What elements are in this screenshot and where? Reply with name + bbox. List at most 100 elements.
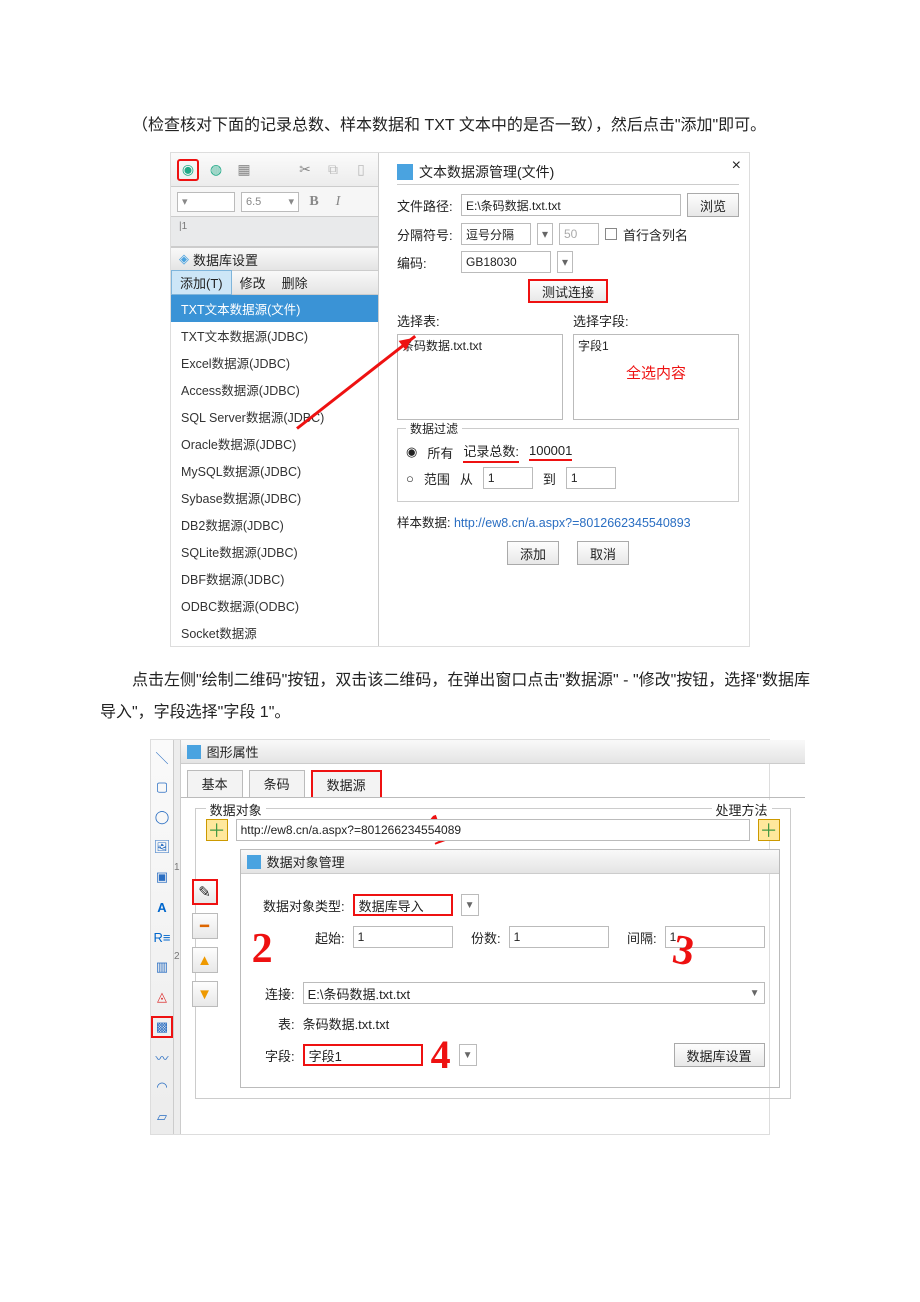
record-total-label: 记录总数: [463,441,519,463]
cylinder-icon[interactable]: ◍ [205,159,227,181]
cancel-button[interactable]: 取消 [577,541,629,565]
roundrect-tool-icon[interactable]: ▢ [151,776,173,798]
obj-type-value: 数据库导入 [359,896,424,915]
sep-count-input[interactable]: 50 [559,223,599,245]
conn-select[interactable]: E:\条码数据.txt.txt▼ [303,982,765,1004]
list-item[interactable]: Excel数据源(JDBC) [171,349,378,376]
table-listbox[interactable]: 条码数据.txt.txt [397,334,563,420]
cut-icon[interactable]: ✂ [294,159,316,181]
dropdown-arrow-icon[interactable]: ▼ [459,1044,477,1066]
dialog-titlebar: 文本数据源管理(文件) [397,159,739,185]
field-listbox[interactable]: 字段1 全选内容 [573,334,739,420]
list-item[interactable]: Socket数据源 [171,619,378,646]
tab-datasource[interactable]: 数据源 [311,770,382,797]
list-item[interactable]: DB2数据源(JDBC) [171,511,378,538]
from-label: 从 [460,469,473,488]
from-input[interactable]: 1 [483,467,533,489]
dropdown-arrow-icon[interactable]: ▾ [557,251,573,273]
checkbox-icon[interactable] [605,228,617,240]
paste-icon[interactable]: ▯ [350,159,372,181]
fontsize-dropdown[interactable]: 6.5▾ [241,192,299,212]
list-item[interactable]: DBF数据源(JDBC) [171,565,378,592]
data-url-input[interactable]: http://ew8.cn/a.aspx?=801266234554089 [236,819,750,841]
separator-select[interactable]: 逗号分隔 [461,223,531,245]
close-icon[interactable]: × [732,157,741,175]
panel-title: 数据库设置 [193,250,258,269]
polygon-tool-icon[interactable]: ▱ [151,1106,173,1128]
list-item[interactable]: MySQL数据源(JDBC) [171,457,378,484]
add-button[interactable]: 添加 [507,541,559,565]
triangle-tool-icon[interactable]: ◬ [151,986,173,1008]
menu-add[interactable]: 添加(T) [171,270,232,295]
italic-button[interactable]: I [329,194,347,210]
browse-button[interactable]: 浏览 [687,193,739,217]
curve-tool-icon[interactable]: 〰 [151,1046,173,1068]
panel-icon: ◈ [179,251,189,267]
add-method-button[interactable]: ＋ [758,819,780,841]
menu-delete[interactable]: 删除 [274,271,316,294]
prop-dialog-title: 图形属性 [207,742,259,761]
menu-modify[interactable]: 修改 [232,271,274,294]
paragraph-2: 点击左侧"绘制二维码"按钮，双击该二维码，在弹出窗口点击"数据源" - "修改"… [100,665,820,729]
test-connection-button[interactable]: 测试连接 [528,279,608,303]
line-tool-icon[interactable]: ＼ [151,746,173,768]
remove-object-button[interactable]: ━ [192,913,218,939]
dialog-icon [397,164,413,180]
count-label: 份数: [461,928,501,947]
text-tool-icon[interactable]: A [151,896,173,918]
qrcode-tool-icon[interactable]: ▩ [151,1016,173,1038]
table-item[interactable]: 条码数据.txt.txt [402,337,558,354]
encoding-select[interactable]: GB18030 [461,251,551,273]
dropdown-arrow-icon[interactable]: ▾ [537,223,553,245]
field-select[interactable]: 字段1 [303,1044,423,1066]
start-input[interactable]: 1 [353,926,453,948]
picture-tool-icon[interactable]: ▣ [151,866,173,888]
table-label: 表: [255,1014,295,1033]
grid-icon[interactable]: ▦ [233,159,255,181]
ruler: |1 [171,217,378,247]
filepath-input[interactable]: E:\条码数据.txt.txt [461,194,681,216]
gap-label: 间隔: [617,928,657,947]
to-label: 到 [543,469,556,488]
select-table-column: 选择表: 条码数据.txt.txt [397,311,563,420]
font-row: ▾ 6.5▾ B I [171,187,378,217]
edit-object-button[interactable]: ✎ [192,879,218,905]
list-item[interactable]: TXT文本数据源(JDBC) [171,322,378,349]
separator-label: 分隔符号: [397,225,455,244]
dropdown-arrow-icon[interactable]: ▼ [461,894,479,916]
copy-icon[interactable]: ⧉ [322,159,344,181]
to-input[interactable]: 1 [566,467,616,489]
tab-basic[interactable]: 基本 [187,770,243,797]
add-object-button[interactable]: ＋ [206,819,228,841]
text-datasource-dialog: 文本数据源管理(文件) × 文件路径: E:\条码数据.txt.txt 浏览 分… [387,153,749,646]
arc-tool-icon[interactable]: ◠ [151,1076,173,1098]
fieldset-right-label: 处理方法 [712,800,772,819]
barcode-tool-icon[interactable]: ▥ [151,956,173,978]
prop-dialog-header: 图形属性 [181,740,805,764]
select-table-label: 选择表: [397,311,563,330]
font-dropdown[interactable]: ▾ [177,192,235,212]
obj-type-select[interactable]: 数据库导入 [353,894,453,916]
move-up-button[interactable]: ▲ [192,947,218,973]
richtext-tool-icon[interactable]: R≡ [151,926,173,948]
database-icon[interactable]: ◉ [177,159,199,181]
radio-all[interactable]: ◉ [406,444,417,460]
count-input[interactable]: 1 [509,926,609,948]
list-item[interactable]: ODBC数据源(ODBC) [171,592,378,619]
prop-tabs: 基本 条码 数据源 [181,764,805,797]
sample-url[interactable]: http://ew8.cn/a.aspx?=8012662345540893 [454,516,691,530]
db-setting-button[interactable]: 数据库设置 [674,1043,765,1067]
list-item[interactable]: SQLite数据源(JDBC) [171,538,378,565]
list-item[interactable]: Sybase数据源(JDBC) [171,484,378,511]
move-down-button[interactable]: ▼ [192,981,218,1007]
gap-input[interactable]: 1 [665,926,765,948]
radio-range[interactable]: ○ [406,471,414,486]
image-tool-icon[interactable]: 🖼 [151,836,173,858]
list-item[interactable]: Oracle数据源(JDBC) [171,430,378,457]
bold-button[interactable]: B [305,194,323,210]
list-item[interactable]: SQL Server数据源(JDBC) [171,403,378,430]
list-item[interactable]: TXT文本数据源(文件) [171,295,378,322]
field-item[interactable]: 字段1 [578,337,734,354]
ellipse-tool-icon[interactable]: ◯ [151,806,173,828]
tab-barcode[interactable]: 条码 [249,770,305,797]
